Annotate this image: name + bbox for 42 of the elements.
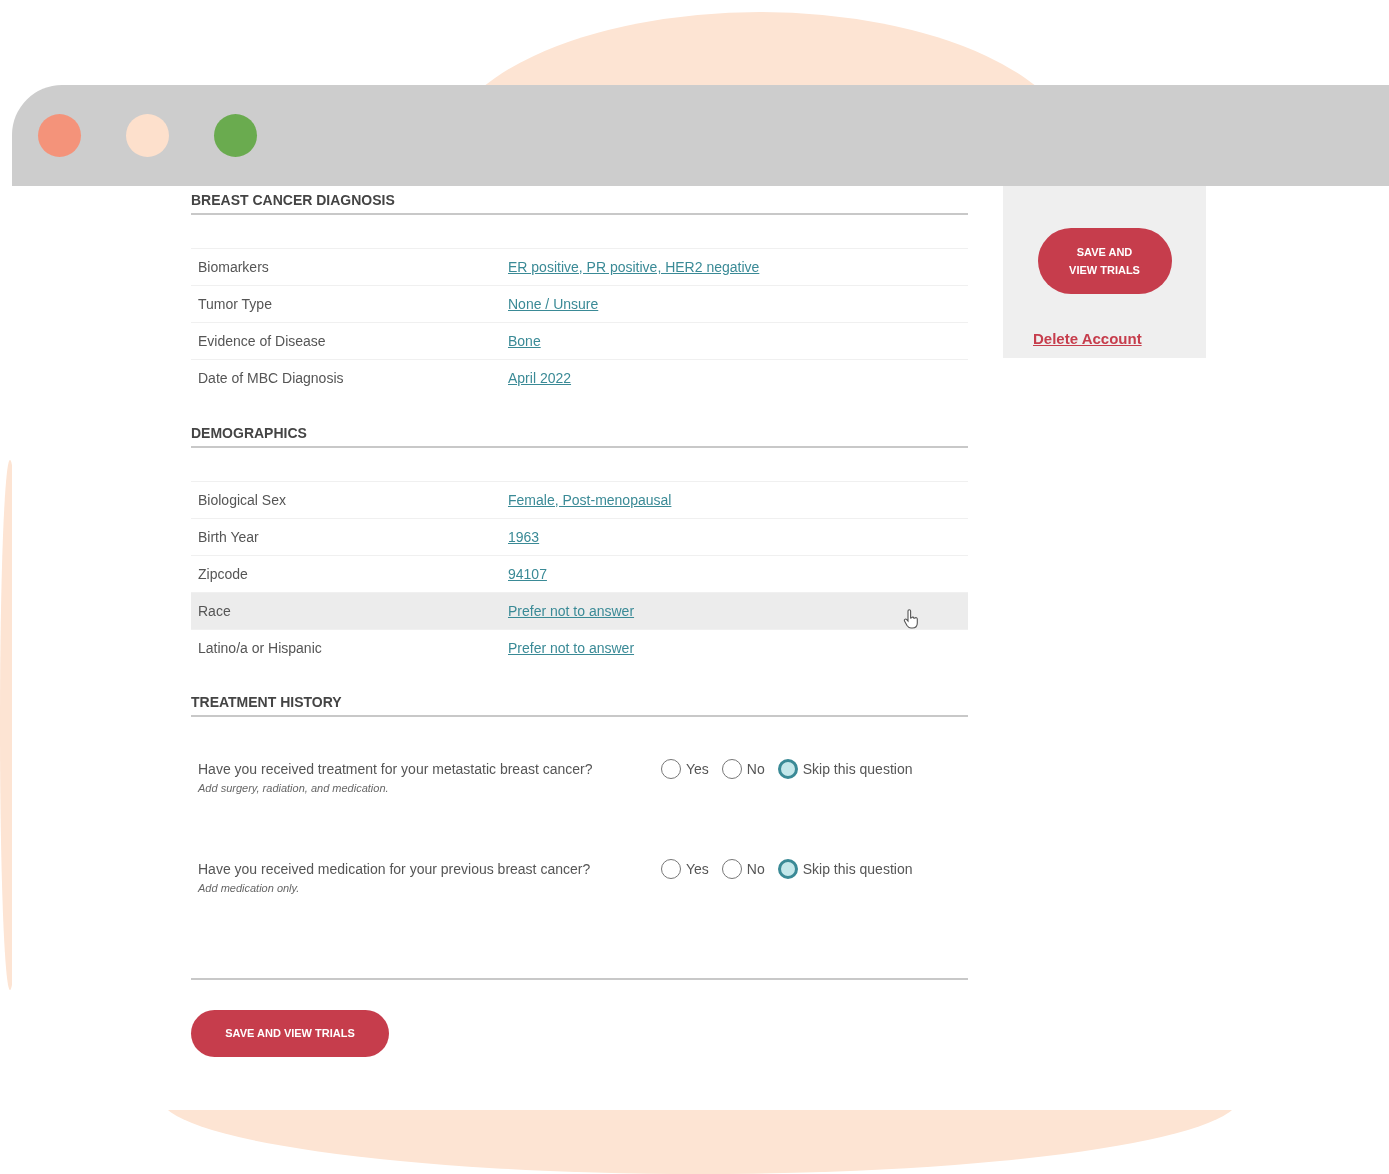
section-heading: TREATMENT HISTORY: [191, 693, 342, 712]
field-value-link[interactable]: ER positive, PR positive, HER2 negative: [508, 256, 760, 278]
field-label: Biological Sex: [198, 490, 287, 510]
radio-button[interactable]: [777, 859, 798, 879]
radio-button[interactable]: [721, 759, 742, 779]
question-text: Have you received treatment for your metastatic breast cancer?: [198, 759, 594, 779]
radio-option[interactable]: Skip this question: [777, 758, 913, 780]
section-heading: DEMOGRAPHICS: [191, 424, 307, 443]
question-text: Have you received medication for your previous breast cancer?: [198, 859, 592, 879]
field-label: Biomarkers: [198, 257, 270, 277]
radio-option[interactable]: Skip this question: [777, 858, 913, 880]
radio-button[interactable]: [721, 859, 742, 879]
field-value-link[interactable]: None / Unsure: [508, 293, 599, 315]
radio-option[interactable]: Yes: [661, 758, 709, 780]
field-value-link[interactable]: Bone: [508, 330, 541, 352]
save-button[interactable]: SAVE AND VIEW TRIALS: [1037, 228, 1172, 294]
field-row[interactable]: Race Prefer not to answer: [191, 592, 968, 629]
radio-button[interactable]: [661, 859, 681, 879]
radio-option[interactable]: Yes: [661, 858, 709, 880]
field-value-link[interactable]: Female, Post-menopausal: [508, 489, 672, 511]
section-heading: BREAST CANCER DIAGNOSIS: [191, 191, 395, 210]
field-label: Birth Year: [198, 527, 260, 547]
field-value-link[interactable]: 1963: [508, 526, 540, 548]
field-label: Date of MBC Diagnosis: [198, 368, 345, 388]
field-value-link[interactable]: 94107: [508, 563, 547, 585]
field-value-link[interactable]: April 2022: [508, 367, 572, 389]
field-value-link[interactable]: Prefer not to answer: [508, 600, 635, 622]
field-label: Race: [198, 601, 232, 621]
delete-account-link[interactable]: Delete Account: [1033, 328, 1142, 351]
field-value-link[interactable]: Prefer not to answer: [508, 637, 635, 659]
field-label: Latino/a or Hispanic: [198, 638, 323, 658]
question-hint: Add medication only.: [198, 881, 300, 896]
save-button[interactable]: SAVE AND VIEW TRIALS: [191, 1010, 389, 1057]
field-label: Tumor Type: [198, 294, 273, 314]
radio-button[interactable]: [661, 759, 681, 779]
radio-option[interactable]: No: [721, 758, 765, 780]
radio-option[interactable]: No: [721, 858, 765, 880]
question-hint: Add surgery, radiation, and medication.: [198, 781, 389, 796]
field-label: Zipcode: [198, 564, 249, 584]
hand-pointer-icon: [903, 609, 919, 629]
radio-button[interactable]: [777, 759, 798, 779]
field-label: Evidence of Disease: [198, 331, 327, 351]
